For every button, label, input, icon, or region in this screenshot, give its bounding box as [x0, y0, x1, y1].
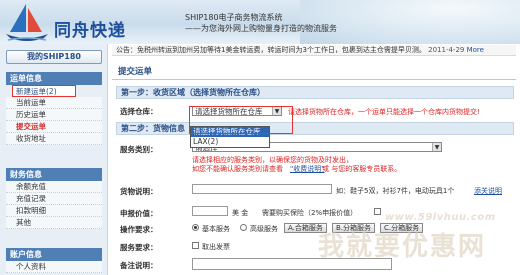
service-note-3: 或 与您的客服专员联系。 — [322, 165, 402, 173]
service-row: 服务类别： 请选择 ▼ 请选择相应的服务类别，以确保您的货物及时发出， 如您不能… — [116, 142, 514, 174]
warehouse-option-default[interactable]: 请选择货物所在仓库 — [191, 127, 269, 137]
sidebar-item-current-waybill[interactable]: 当前运单 — [6, 97, 102, 109]
radio-advanced[interactable] — [240, 224, 247, 231]
sidebar-item-address[interactable]: 收货地址 — [6, 133, 102, 145]
goods-label: 货物说明： — [120, 187, 158, 196]
warehouse-select-value: 请选择货物所在仓库 — [195, 107, 263, 116]
radio-basic-label: 基本服务 — [202, 225, 230, 233]
service-note-2: 如您不能确认服务类别请查看 — [192, 165, 283, 173]
header-banner — [300, 0, 520, 44]
sidebar-item-history-waybill[interactable]: 历史运单 — [6, 109, 102, 121]
sidebar-item-recharge[interactable]: 余额充值 — [6, 181, 102, 193]
sidebar-item-recharge-records[interactable]: 充值记录 — [6, 193, 102, 205]
warehouse-label: 选择仓库： — [120, 107, 158, 116]
sidebar-item-deductions[interactable]: 扣款明细 — [6, 205, 102, 217]
slogan-subtitle: ——为您海外网上购物量身打造的物流服务 — [185, 24, 337, 33]
operation-label: 操作要求： — [120, 225, 158, 234]
my-ship-button[interactable]: 我的SHIP180 — [6, 50, 102, 64]
logo[interactable]: 同舟快递 — [2, 2, 152, 42]
notice-bar: 公告：免税州转运到加州另加等待1美金转运费，转运时间为3个工作日，包裹到达主仓需… — [112, 45, 516, 56]
value-label: 申报价值： — [120, 209, 158, 218]
goods-row: 货物说明： 如：鞋子5双，衬衫7件，电动玩具1个 添关说明 — [116, 184, 514, 198]
pack-label: 服务要求： — [120, 243, 158, 252]
warehouse-dropdown[interactable]: 请选择货物所在仓库 LAX(2) — [190, 126, 270, 148]
slogan-title: SHIP180电子商务物流系统 — [185, 13, 283, 22]
radio-advanced-label: 高级服务 — [250, 225, 278, 233]
sidebar-section-title: 财务信息 — [6, 168, 102, 181]
remark-label: 备注说明： — [120, 261, 158, 270]
invoice-label: 取出发票 — [202, 243, 230, 251]
warehouse-note: 请选择货物所在仓库，一个运单只能选择一个仓库内货物提交! — [288, 108, 480, 116]
sidebar-section-finance: 财务信息 余额充值 充值记录 扣款明细 其他 — [6, 168, 102, 229]
sidebar-section-title: 运单信息 — [6, 72, 102, 85]
radio-basic[interactable] — [192, 224, 199, 231]
sidebar: 我的SHIP180 运单信息 新建运单(2) 当前运单 历史运单 提交运单 收货… — [0, 44, 108, 275]
invoice-checkbox[interactable] — [192, 242, 199, 249]
goods-hint: 如：鞋子5双，衬衫7件，电动玩具1个 — [336, 187, 455, 195]
watermark-text: 我就要优惠网 — [318, 232, 487, 262]
warehouse-option-lax[interactable]: LAX(2) — [191, 137, 269, 147]
page-title: 提交运单 — [112, 66, 516, 80]
warehouse-select[interactable]: 请选择货物所在仓库 ▼ — [192, 106, 282, 116]
value-input[interactable] — [192, 206, 228, 216]
sidebar-section-account: 账户信息 个人资料 — [6, 248, 102, 273]
notice-text: 公告：免税州转运到加州另加等待1美金转运费，转运时间为3个工作日，包裹到达主仓需… — [116, 46, 426, 54]
goods-input[interactable] — [192, 184, 332, 194]
notice-date: 2011-4-29 — [428, 46, 465, 54]
notice-more-link[interactable]: More — [467, 46, 484, 54]
service-label: 服务类别： — [120, 145, 158, 154]
header: 同舟快递 SHIP180电子商务物流系统 ——为您海外网上购物量身打造的物流服务 — [0, 0, 520, 44]
warehouse-row: 选择仓库： 请选择货物所在仓库 ▼ 请选择货物所在仓库，一个运单只能选择一个仓库… — [116, 104, 514, 118]
fee-info-link[interactable]: "收费说明" — [290, 164, 324, 174]
watermark-url: www.59lvhuu.com — [385, 212, 496, 223]
add-note-link[interactable]: 添关说明 — [474, 186, 502, 196]
currency-label: 美 金 — [232, 209, 249, 217]
sailboat-icon — [6, 4, 48, 41]
sidebar-item-other[interactable]: 其他 — [6, 217, 102, 229]
chevron-down-icon[interactable]: ▼ — [432, 143, 441, 151]
sidebar-section-title: 账户信息 — [6, 248, 102, 261]
sidebar-section-waybill: 运单信息 新建运单(2) 当前运单 历史运单 提交运单 收货地址 — [6, 72, 102, 145]
sidebar-item-new-waybill[interactable]: 新建运单(2) — [12, 85, 76, 97]
insurance-checkbox[interactable] — [374, 208, 381, 215]
step2-header: 第二步：货物信息 — [116, 122, 514, 135]
insurance-label: 需要购买保险（2%申报价值） — [262, 209, 358, 217]
sidebar-item-submit-waybill[interactable]: 提交运单 — [6, 121, 102, 133]
logo-text: 同舟快递 — [54, 21, 126, 41]
chevron-down-icon[interactable]: ▼ — [272, 107, 281, 115]
step1-header: 第一步：收货区域（选择货物所在仓库） — [116, 86, 514, 99]
sidebar-item-profile[interactable]: 个人资料 — [6, 261, 102, 273]
